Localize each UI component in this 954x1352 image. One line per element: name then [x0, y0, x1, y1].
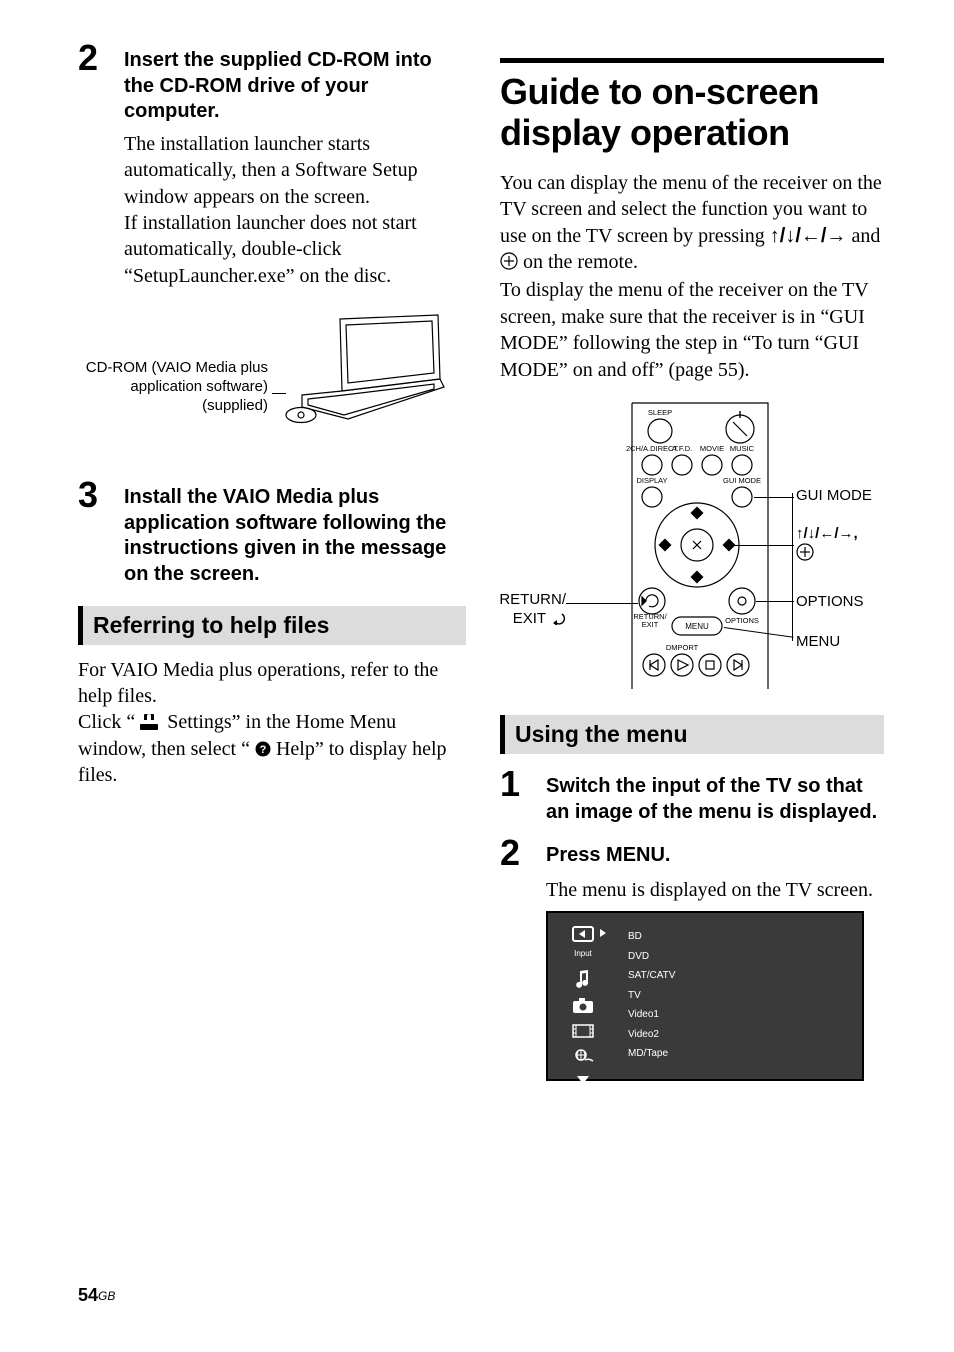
- step-2-body: The installation launcher starts automat…: [124, 131, 466, 289]
- help-heading: Referring to help files: [78, 606, 466, 645]
- tv-item-sat: SAT/CATV: [628, 966, 852, 986]
- enter-circle-plus-icon: [796, 543, 814, 561]
- tv-item-v2: Video2: [628, 1025, 852, 1045]
- input-icon-label: Input: [574, 949, 592, 958]
- laptop-illustration: [284, 313, 454, 439]
- intro-c: on the remote.: [518, 251, 638, 273]
- cd-rom-caption: CD-ROM (VAIO Media plus application soft…: [68, 359, 268, 415]
- tv-menu-items: BD DVD SAT/CATV TV Video1 Video2 MD/Tape: [618, 913, 862, 1079]
- right-column: Guide to on-screen display operation You…: [500, 40, 884, 1081]
- tv-item-bd: BD: [628, 927, 852, 947]
- menu-internal-label: MENU: [685, 622, 709, 631]
- page-region: GB: [98, 1289, 115, 1303]
- section-rule: [500, 58, 884, 63]
- down-arrow-icon: [548, 1076, 618, 1084]
- enter-circle-plus-icon: [500, 252, 518, 270]
- dpad-arrows-label: ↑/↓/←/→,: [796, 525, 858, 544]
- return-exit-label: RETURN/ EXIT: [494, 591, 566, 629]
- right-step-1-number: 1: [500, 766, 546, 802]
- remote-figure: SLEEP 2CH/A.DIRECT A.F.D. MOVIE MUSIC DI…: [500, 397, 884, 697]
- step-3: 3 Install the VAIO Media plus applicatio…: [78, 477, 466, 587]
- remote-svg: SLEEP 2CH/A.DIRECT A.F.D. MOVIE MUSIC DI…: [570, 401, 830, 691]
- tv-item-v1: Video1: [628, 1005, 852, 1025]
- display-internal-label: DISPLAY: [636, 476, 667, 485]
- page-title: Guide to on-screen display operation: [500, 71, 884, 154]
- left-column: 2 Insert the supplied CD-ROM into the CD…: [78, 40, 466, 1081]
- help-p2-a: Click “: [78, 711, 140, 733]
- film-icon: [548, 1024, 618, 1038]
- page: 2 Insert the supplied CD-ROM into the CD…: [0, 0, 954, 1352]
- tv-menu-left-icons: Input: [548, 913, 618, 1079]
- tv-item-dvd: DVD: [628, 947, 852, 967]
- page-number-value: 54: [78, 1285, 98, 1305]
- enter-plus-icon-label: [796, 543, 814, 561]
- dmport-internal-label: DMPORT: [666, 643, 699, 652]
- intro-b: and: [846, 225, 880, 247]
- help-paragraph-2: Click “ Settings” in the Home Menu windo…: [78, 709, 466, 788]
- dpad-pointer-line: [734, 545, 794, 546]
- arrow-glyphs-icon: ↑/↓/←/→: [770, 225, 847, 247]
- options-callout-label: OPTIONS: [796, 593, 864, 612]
- tv-item-md: MD/Tape: [628, 1044, 852, 1064]
- gui-pointer-line: [754, 497, 794, 498]
- cd-rom-figure: CD-ROM (VAIO Media plus application soft…: [78, 313, 466, 443]
- svg-text:EXIT: EXIT: [642, 620, 659, 629]
- step-2-number: 2: [78, 40, 124, 76]
- menu-callout-label: MENU: [796, 633, 840, 652]
- help-question-icon: ?: [255, 741, 271, 757]
- laptop-svg: [284, 313, 454, 439]
- step-2: 2 Insert the supplied CD-ROM into the CD…: [78, 40, 466, 125]
- settings-icon: [140, 714, 162, 730]
- a2ch-internal-label: 2CH/A.DIRECT: [626, 444, 679, 453]
- two-column-layout: 2 Insert the supplied CD-ROM into the CD…: [78, 40, 884, 1081]
- globe-hand-icon: [548, 1048, 618, 1066]
- afd-internal-label: A.F.D.: [672, 444, 692, 453]
- callout-vline: [792, 493, 793, 641]
- right-step-1: 1 Switch the input of the TV so that an …: [500, 766, 884, 825]
- movie-internal-label: MOVIE: [700, 444, 724, 453]
- right-step-1-head: Switch the input of the TV so that an im…: [546, 774, 884, 825]
- options-internal-label: OPTIONS: [725, 616, 759, 625]
- music-internal-label: MUSIC: [730, 444, 755, 453]
- right-step-2-number: 2: [500, 835, 546, 871]
- step-3-head: Install the VAIO Media plus application …: [124, 485, 466, 587]
- intro-paragraph-2: To display the menu of the receiver on t…: [500, 277, 884, 383]
- step-2-head: Insert the supplied CD-ROM into the CD-R…: [124, 48, 466, 125]
- intro-paragraph: You can display the menu of the receiver…: [500, 170, 884, 276]
- step-3-number: 3: [78, 477, 124, 513]
- tv-selected-arrow-icon: [600, 929, 606, 937]
- help-paragraph-1: For VAIO Media plus operations, refer to…: [78, 657, 466, 710]
- tv-item-tv: TV: [628, 986, 852, 1006]
- camera-icon: [548, 998, 618, 1014]
- using-menu-heading: Using the menu: [500, 715, 884, 754]
- tv-menu-figure: Input: [546, 911, 864, 1081]
- return-pointer-line: [566, 603, 638, 604]
- svg-text:?: ?: [260, 744, 267, 756]
- right-step-2-head: Press MENU.: [546, 843, 671, 869]
- input-icon: [548, 925, 618, 947]
- right-step-2: 2 Press MENU.: [500, 835, 884, 871]
- music-note-icon: [548, 968, 618, 988]
- right-step-2-body: The menu is displayed on the TV screen.: [546, 877, 884, 903]
- page-number: 54GB: [78, 1285, 115, 1306]
- guimode-internal-label: GUI MODE: [723, 476, 761, 485]
- gui-mode-label: GUI MODE: [796, 487, 872, 506]
- options-pointer-line: [756, 601, 794, 602]
- sleep-internal-label: SLEEP: [648, 408, 672, 417]
